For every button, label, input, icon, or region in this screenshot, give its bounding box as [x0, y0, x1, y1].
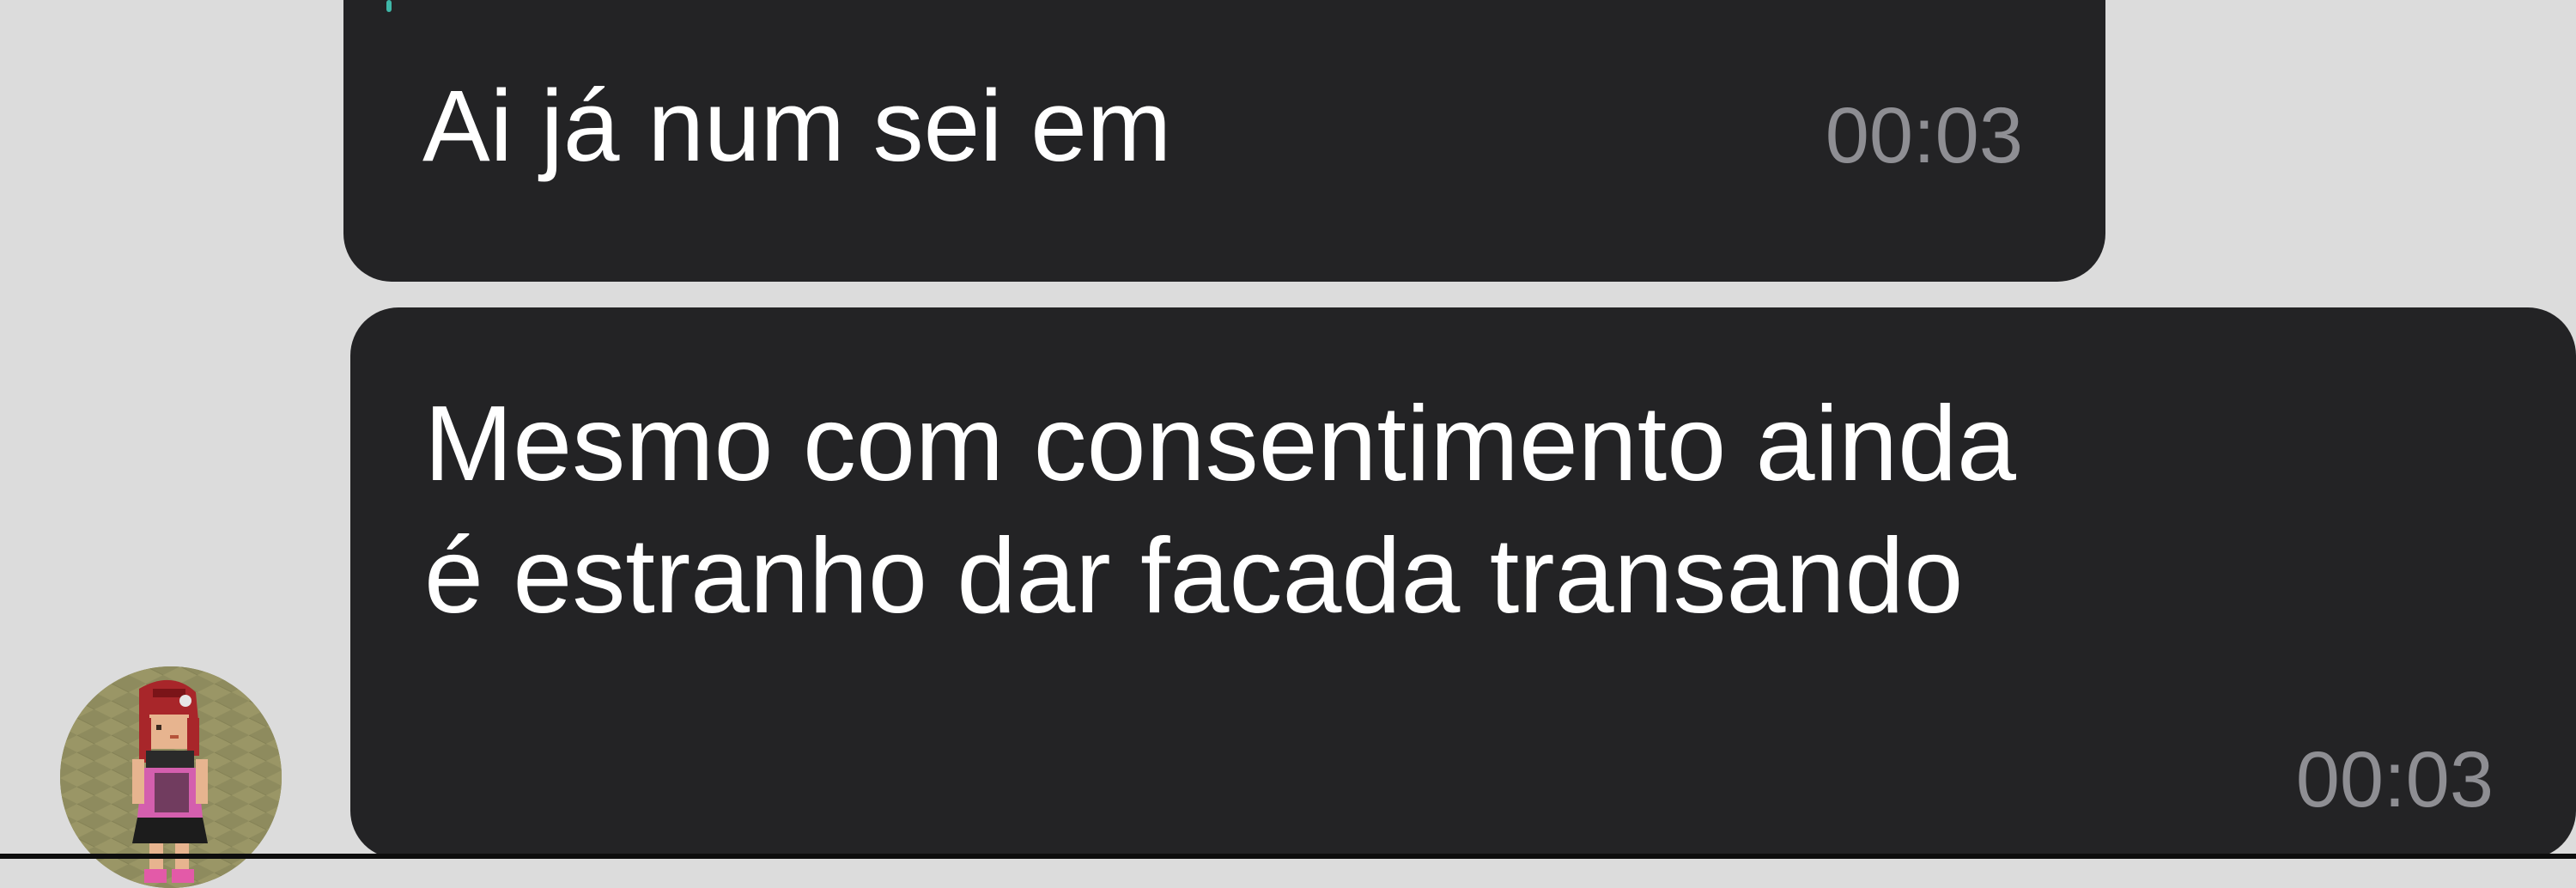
message-timestamp: 00:03: [2295, 736, 2494, 824]
bottom-divider: [0, 854, 2576, 859]
message-timestamp: 00:03: [1825, 92, 2023, 179]
message-bubble[interactable]: Mesmo com consentimento ainda é estranho…: [350, 307, 2576, 859]
reply-accent-bar: [386, 0, 392, 12]
message-bubble[interactable]: Ai já num sei em 00:03: [343, 0, 2105, 282]
message-line: Mesmo com consentimento ainda: [424, 385, 2017, 503]
message-text: Mesmo com consentimento ainda é estranho…: [424, 378, 2016, 642]
message-line: é estranho dar facada transando: [424, 517, 1964, 636]
message-text: Ai já num sei em: [422, 70, 1172, 183]
